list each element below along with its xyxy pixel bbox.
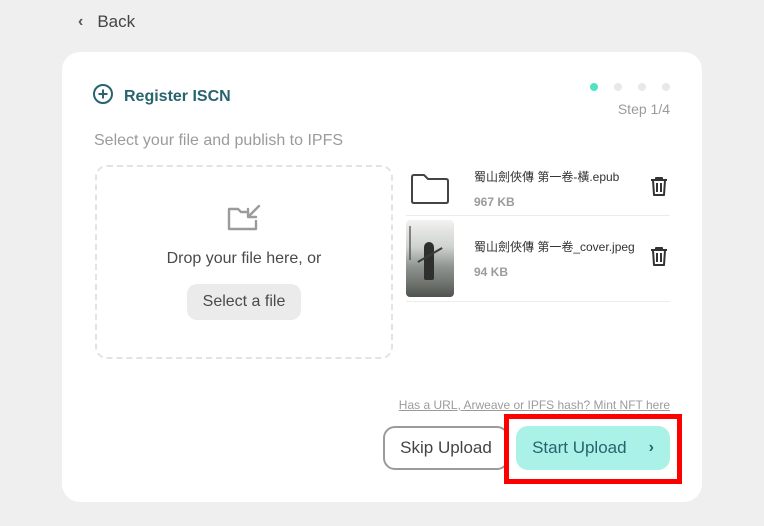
file-info: 蜀山劍俠傳 第一卷-橫.epub 967 KB: [474, 168, 619, 209]
back-label: Back: [97, 12, 136, 31]
card-header: Register ISCN: [92, 83, 231, 110]
file-name: 蜀山劍俠傳 第一卷_cover.jpeg: [474, 240, 635, 254]
trash-icon: [651, 177, 667, 196]
folder-icon: [406, 173, 454, 205]
step-dot-2: [614, 83, 622, 91]
file-size: 94 KB: [474, 265, 509, 279]
step-dot-1: [590, 83, 598, 91]
instruction-text: Select your file and publish to IPFS: [94, 132, 344, 149]
cover-thumbnail: [406, 220, 454, 297]
file-item: 蜀山劍俠傳 第一卷-橫.epub 967 KB: [406, 162, 670, 216]
start-upload-label: Start Upload: [532, 438, 627, 457]
delete-file-button[interactable]: [650, 176, 668, 201]
plus-circle-icon: [92, 83, 114, 110]
card-title: Register ISCN: [124, 87, 231, 105]
trash-icon: [651, 247, 667, 266]
step-dot-3: [638, 83, 646, 91]
start-upload-button[interactable]: Start Upload ›: [516, 426, 670, 470]
file-name: 蜀山劍俠傳 第一卷-橫.epub: [474, 170, 620, 184]
step-label: Step 1/4: [617, 101, 670, 117]
file-list: 蜀山劍俠傳 第一卷-橫.epub 967 KB 蜀山劍俠傳 第一卷_cover.…: [406, 162, 670, 302]
step-indicator: [590, 83, 670, 91]
back-button[interactable]: ‹ Back: [78, 12, 135, 32]
dropzone-text: Drop your file here, or: [166, 250, 322, 267]
select-file-button[interactable]: Select a file: [186, 284, 302, 320]
folder-import-icon: [226, 203, 262, 238]
file-size: 967 KB: [474, 195, 515, 209]
delete-file-button[interactable]: [650, 246, 668, 271]
chevron-left-icon: ‹: [78, 13, 84, 30]
file-info: 蜀山劍俠傳 第一卷_cover.jpeg 94 KB: [474, 238, 635, 279]
mint-nft-link[interactable]: Has a URL, Arweave or IPFS hash? Mint NF…: [399, 398, 670, 412]
skip-upload-button[interactable]: Skip Upload: [383, 426, 509, 470]
file-dropzone[interactable]: Drop your file here, or Select a file: [95, 165, 393, 359]
register-card: Register ISCN Step 1/4 Select your file …: [62, 52, 702, 502]
file-item: 蜀山劍俠傳 第一卷_cover.jpeg 94 KB: [406, 216, 670, 302]
step-dot-4: [662, 83, 670, 91]
chevron-right-icon: ›: [648, 439, 654, 456]
